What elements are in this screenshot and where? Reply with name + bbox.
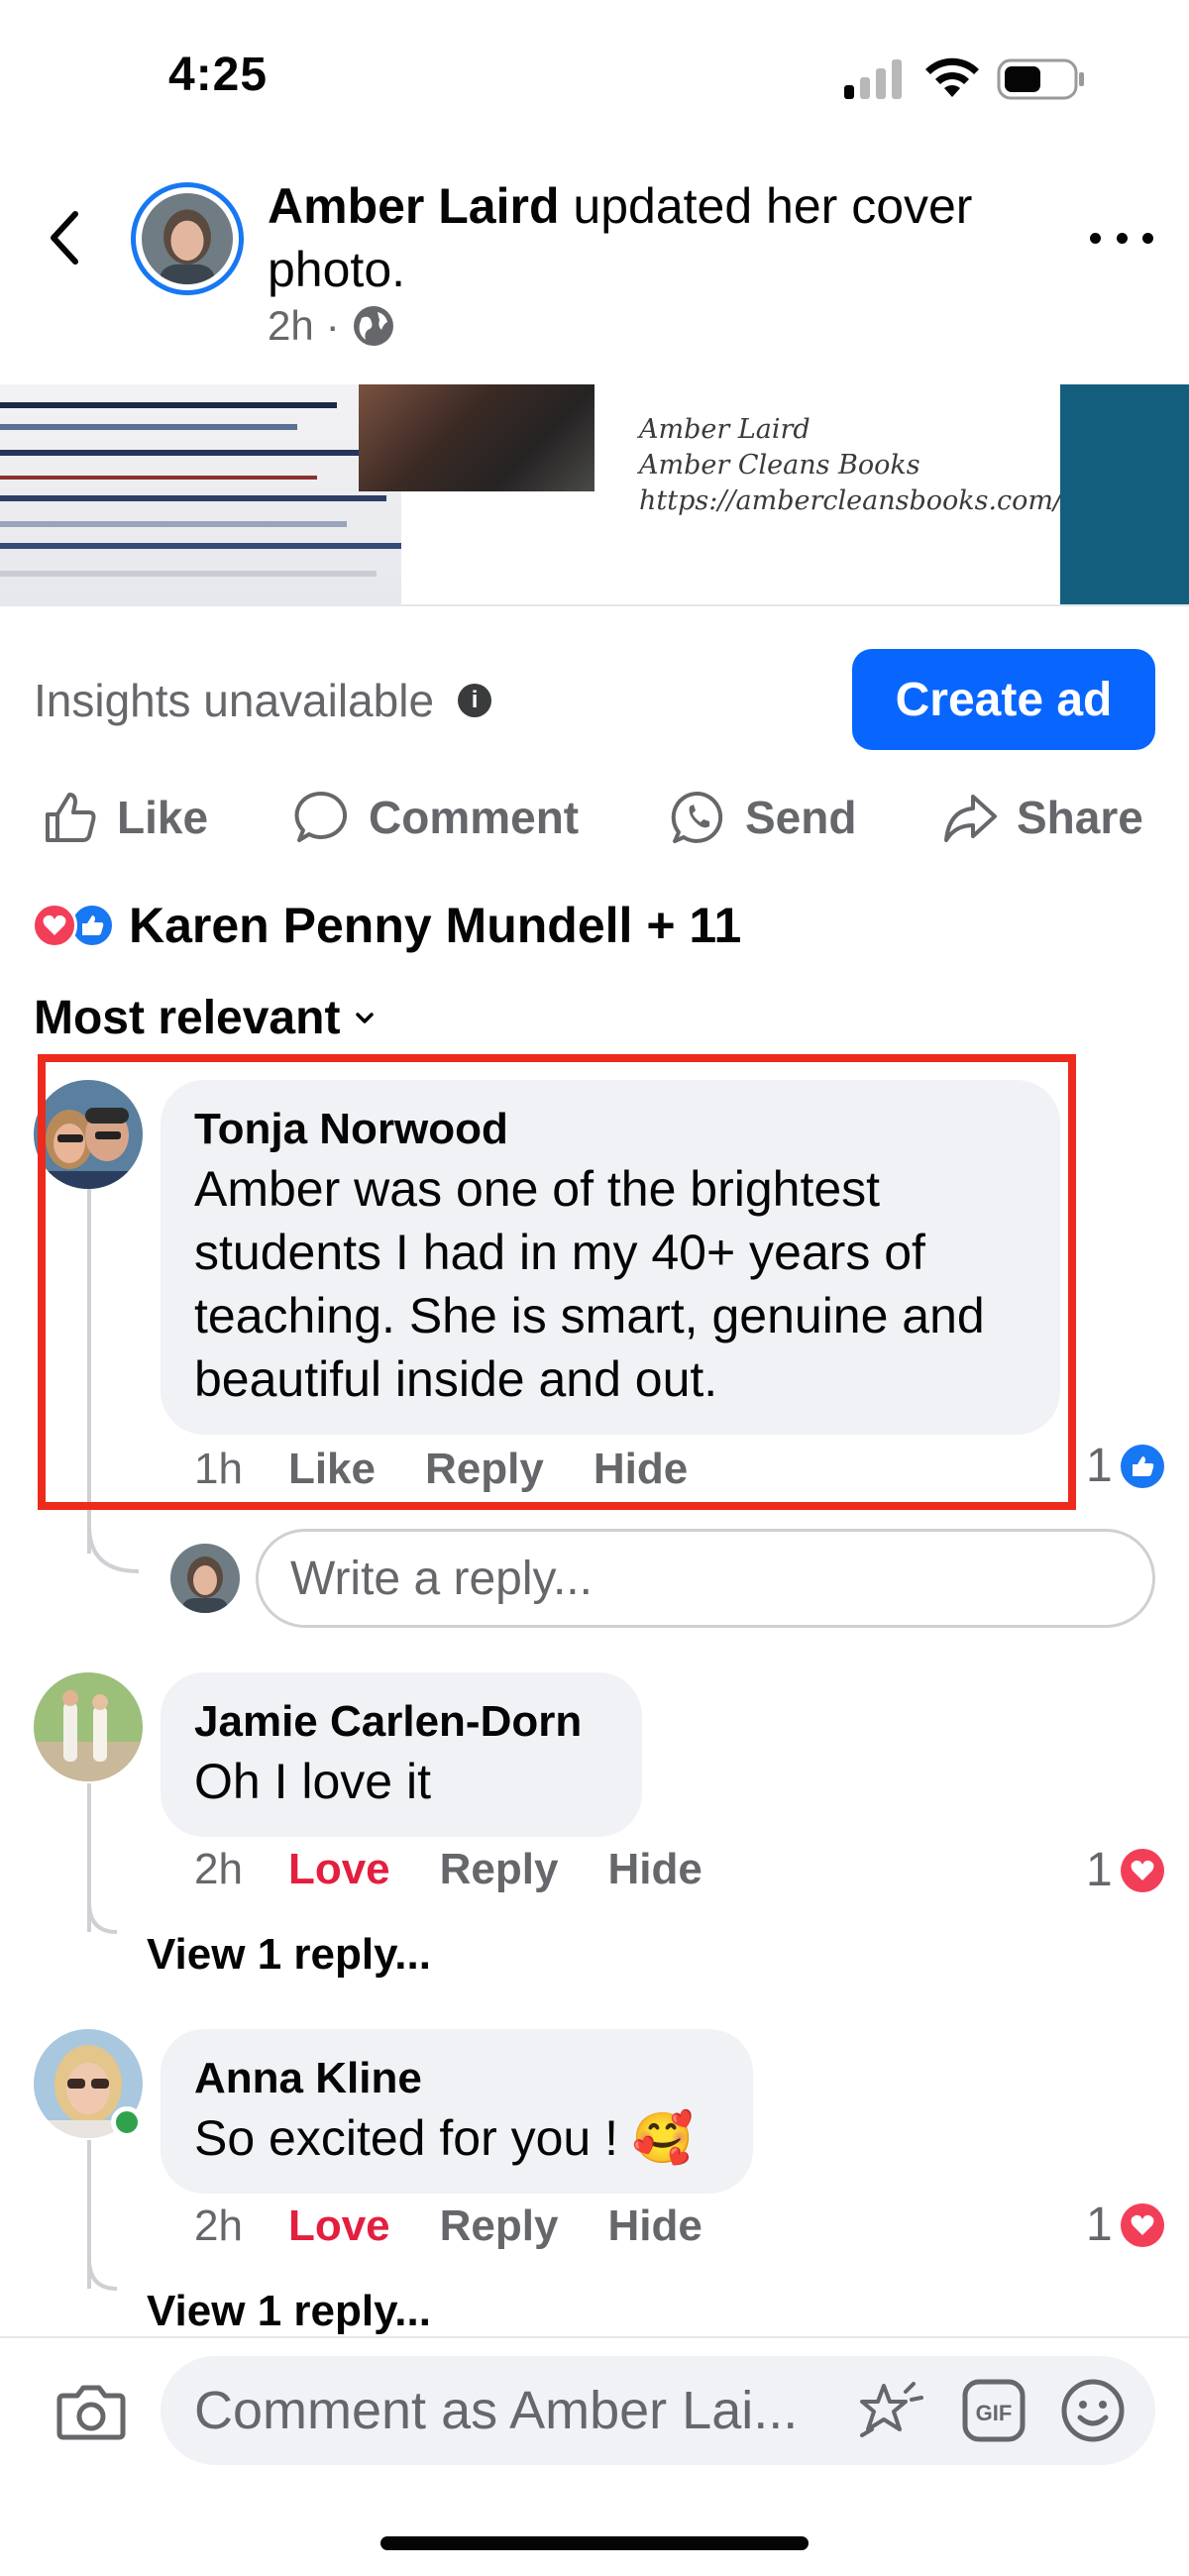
comment-actions: 2h Love Reply Hide	[194, 2201, 703, 2251]
comment-reaction-count[interactable]: 1	[1086, 2198, 1164, 2252]
whatsapp-icon	[671, 791, 723, 843]
comment-love-button[interactable]: Love	[288, 1845, 390, 1894]
thread-connector	[87, 1526, 140, 1573]
sort-label: Most relevant	[34, 992, 341, 1044]
svg-text:GIF: GIF	[976, 2401, 1013, 2425]
sticker-icon	[860, 2382, 923, 2437]
view-replies-link[interactable]: View 1 reply...	[147, 2287, 431, 2336]
share-button[interactable]: Share	[941, 783, 1143, 852]
home-indicator	[380, 2536, 809, 2550]
status-time: 4:25	[168, 49, 269, 101]
comment-time: 2h	[194, 1845, 243, 1893]
reaction-summary-text: Karen Penny Mundell + 11	[129, 898, 742, 953]
cover-accent-block	[1060, 384, 1189, 604]
chevron-down-icon	[356, 1012, 375, 1023]
send-button[interactable]: Send	[670, 783, 856, 852]
share-icon	[944, 795, 997, 842]
love-reaction-icon	[32, 903, 77, 948]
comment-hide-button[interactable]: Hide	[607, 2201, 702, 2251]
author-name[interactable]: Amber Laird	[268, 178, 560, 234]
comment-hide-button[interactable]: Hide	[607, 1845, 702, 1894]
sort-dropdown[interactable]: Most relevant	[34, 991, 376, 1045]
avatar-sticker-button[interactable]	[854, 2378, 927, 2445]
info-icon[interactable]: i	[458, 684, 492, 717]
like-button[interactable]: Like	[42, 783, 208, 852]
love-reaction-icon	[1120, 1848, 1164, 1892]
globe-icon	[353, 306, 393, 346]
create-ad-button[interactable]: Create ad	[852, 649, 1155, 750]
avatar[interactable]	[34, 2029, 143, 2138]
thread-connector	[87, 1902, 118, 1934]
gif-button[interactable]: GIF	[961, 2378, 1027, 2443]
commenter-name[interactable]: Jamie Carlen-Dorn	[194, 1694, 606, 1750]
insights-row: Insights unavailable i	[34, 674, 492, 727]
comment-button[interactable]: Comment	[293, 783, 579, 852]
cover-photo[interactable]: Amber Laird Amber Cleans Books https://a…	[0, 384, 1189, 604]
divider	[0, 604, 1189, 606]
avatar[interactable]	[34, 1672, 143, 1781]
post-time[interactable]: 2h	[268, 302, 314, 350]
commenter-name[interactable]: Anna Kline	[194, 2051, 717, 2106]
back-button[interactable]	[38, 198, 93, 277]
comment-love-button[interactable]: Love	[288, 2201, 390, 2251]
camera-button[interactable]	[55, 2380, 127, 2443]
comment-bubble[interactable]: Anna Kline So excited for you ! 🥰	[161, 2029, 753, 2194]
thumbs-up-icon	[46, 793, 96, 842]
cover-books-image	[0, 384, 401, 604]
comment-bubble[interactable]: Jamie Carlen-Dorn Oh I love it	[161, 1672, 642, 1837]
cover-text: Amber Laird Amber Cleans Books https://a…	[639, 414, 1063, 516]
gif-icon: GIF	[962, 2379, 1026, 2442]
online-status-dot	[111, 2106, 143, 2138]
smiley-icon	[1061, 2379, 1125, 2442]
emoji-button[interactable]	[1060, 2378, 1126, 2443]
thread-connector	[87, 2259, 118, 2291]
comment-reaction-count[interactable]: 1	[1086, 1439, 1164, 1493]
cellular-signal-icon	[844, 59, 902, 99]
comment-text: Oh I love it	[194, 1754, 431, 1809]
post-header-title: Amber Laird updated her cover photo.	[268, 174, 1060, 301]
comment-text: So excited for you ! 🥰	[194, 2110, 695, 2166]
view-replies-link[interactable]: View 1 reply...	[147, 1930, 431, 1980]
love-reaction-icon	[1120, 2202, 1164, 2247]
comment-reply-button[interactable]: Reply	[440, 1845, 559, 1894]
highlight-box	[38, 1054, 1076, 1510]
cover-portrait-image	[359, 384, 594, 491]
chevron-left-icon	[51, 211, 78, 265]
reaction-summary[interactable]: Karen Penny Mundell + 11	[32, 897, 741, 954]
more-options-button[interactable]	[1090, 218, 1153, 258]
like-reaction-icon	[1120, 1444, 1164, 1488]
reply-input[interactable]: Write a reply...	[256, 1529, 1155, 1628]
insights-label: Insights unavailable	[34, 675, 435, 726]
battery-icon	[997, 58, 1084, 100]
camera-icon	[56, 2385, 126, 2440]
comment-reply-button[interactable]: Reply	[440, 2201, 559, 2251]
meta-separator: ·	[325, 302, 340, 349]
author-avatar[interactable]	[131, 182, 244, 295]
comment-reaction-count[interactable]: 1	[1086, 1843, 1164, 1897]
wifi-icon	[925, 57, 979, 97]
comment-actions: 2h Love Reply Hide	[194, 1845, 703, 1894]
comment-input-placeholder: Comment as Amber Lai...	[194, 2381, 799, 2440]
post-meta: 2h ·	[268, 302, 395, 350]
comment-icon	[294, 791, 348, 842]
comment-time: 2h	[194, 2201, 243, 2250]
reply-avatar	[170, 1544, 240, 1613]
